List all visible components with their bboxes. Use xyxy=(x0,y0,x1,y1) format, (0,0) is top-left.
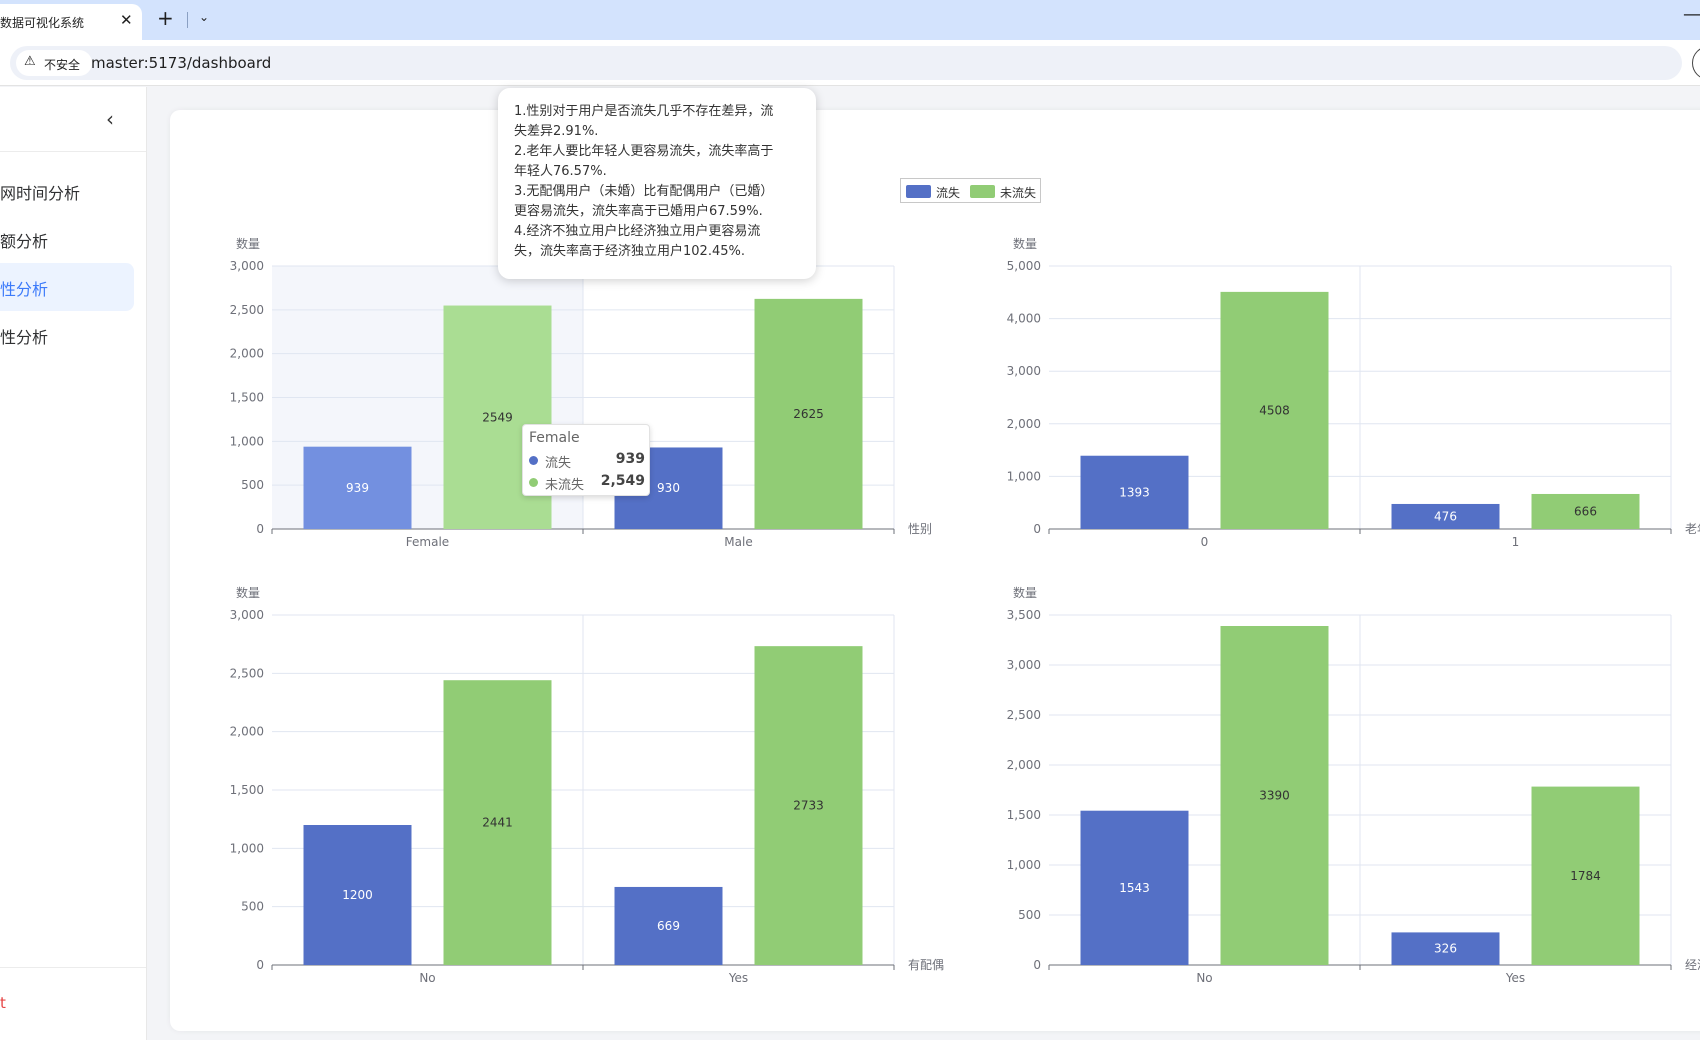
bar-data-label: 939 xyxy=(346,481,369,495)
note-line: 1.性别对于用户是否流失几乎不存在差异，流 xyxy=(514,104,774,119)
y-tick-label: 3,000 xyxy=(230,608,264,622)
y-tick-label: 1,500 xyxy=(230,391,264,405)
y-tick-label: 500 xyxy=(241,900,264,914)
y-tick-label: 0 xyxy=(256,958,264,972)
series-dot-icon xyxy=(529,478,538,487)
tooltip-series-value: 939 xyxy=(615,451,645,467)
legend-swatch-churn[interactable] xyxy=(906,185,931,198)
note-line: 更容易流失，流失率高于已婚用户67.59%. xyxy=(514,204,763,219)
y-tick-label: 500 xyxy=(1018,908,1041,922)
y-tick-label: 500 xyxy=(241,478,264,492)
y-tick-label: 0 xyxy=(256,522,264,536)
y-tick-label: 0 xyxy=(1033,958,1041,972)
note-line: 4.经济不独立用户比经济独立用户更容易流 xyxy=(514,224,761,239)
y-tick-label: 1,500 xyxy=(230,783,264,797)
note-line: 年轻人76.57%. xyxy=(514,164,607,179)
x-tick-label: 0 xyxy=(1201,535,1209,549)
y-tick-label: 0 xyxy=(1033,522,1041,536)
bar-data-label: 476 xyxy=(1434,509,1457,523)
y-tick-label: 3,000 xyxy=(1007,658,1041,672)
y-tick-label: 5,000 xyxy=(1007,259,1041,273)
bar-data-label: 2441 xyxy=(482,816,513,830)
bar-data-label: 1543 xyxy=(1119,881,1150,895)
x-axis-name: 经济 xyxy=(1685,957,1700,972)
tooltip-row: 流失 939 xyxy=(529,450,645,471)
bar-data-label: 669 xyxy=(657,919,680,933)
y-tick-label: 1,500 xyxy=(1007,808,1041,822)
y-tick-label: 1,000 xyxy=(1007,858,1041,872)
x-axis-name: 老年 xyxy=(1685,522,1700,536)
bar-data-label: 1393 xyxy=(1119,485,1150,499)
tooltip-series-name: 未流失 xyxy=(545,478,585,493)
y-tick-label: 2,000 xyxy=(230,347,264,361)
note-line: 失差异2.91%. xyxy=(514,124,599,139)
tooltip-series-value: 2,549 xyxy=(600,473,645,489)
charts-canvas: 0 500 1,000 1,500 2,000 2,500 3,000 939 2549 Fema… xyxy=(230,236,1700,985)
note-line: 失，流失率高于经济独立用户102.45%. xyxy=(514,244,745,259)
x-axis-name: 有配偶 xyxy=(908,958,944,972)
y-axis-name: 数量 xyxy=(236,585,260,600)
note-line: 3.无配偶用户（未婚）比有配偶用户（已婚） xyxy=(514,184,774,199)
bar-data-label: 3390 xyxy=(1259,789,1290,803)
bar-data-label: 2625 xyxy=(793,407,824,421)
y-tick-label: 4,000 xyxy=(1007,312,1041,326)
bar-data-label: 930 xyxy=(657,481,680,495)
y-tick-label: 2,000 xyxy=(1007,758,1041,772)
bar-data-label: 2733 xyxy=(793,799,824,813)
series-dot-icon xyxy=(529,456,538,465)
y-axis-name: 数量 xyxy=(1013,236,1037,251)
analysis-notes-popover: 1.性别对于用户是否流失几乎不存在差异，流 失差异2.91%. 2.老年人要比年… xyxy=(498,88,816,279)
bar-data-label: 666 xyxy=(1574,504,1597,518)
bar-data-label: 4508 xyxy=(1259,403,1290,417)
bar-data-label: 326 xyxy=(1434,942,1457,956)
y-tick-label: 3,000 xyxy=(230,259,264,273)
bar-data-label: 1200 xyxy=(342,888,373,902)
legend-label-retained[interactable]: 未流失 xyxy=(1000,184,1036,201)
y-axis-name: 数量 xyxy=(236,236,260,251)
y-tick-label: 1,000 xyxy=(1007,469,1041,483)
x-tick-label: Male xyxy=(724,535,752,549)
y-tick-label: 3,000 xyxy=(1007,364,1041,378)
x-tick-label: Yes xyxy=(1505,971,1525,985)
x-tick-label: Female xyxy=(406,535,449,549)
y-tick-label: 1,000 xyxy=(230,434,264,448)
y-tick-label: 2,500 xyxy=(230,303,264,317)
x-axis-name: 性别 xyxy=(908,522,932,536)
tooltip-title: Female xyxy=(529,430,580,446)
y-tick-label: 2,500 xyxy=(230,666,264,680)
tooltip-row: 未流失 2,549 xyxy=(529,472,645,493)
legend-label-churn[interactable]: 流失 xyxy=(936,184,960,201)
chart-legend: 流失 未流失 xyxy=(900,178,1041,203)
x-tick-label: No xyxy=(419,971,435,985)
y-tick-label: 3,500 xyxy=(1007,608,1041,622)
y-axis-name: 数量 xyxy=(1013,585,1037,600)
bar-data-label: 2549 xyxy=(482,410,513,424)
chart-hover-tooltip: Female 流失 939 未流失 2,549 xyxy=(522,424,650,496)
y-tick-label: 2,500 xyxy=(1007,708,1041,722)
y-tick-label: 1,000 xyxy=(230,841,264,855)
legend-swatch-retained[interactable] xyxy=(970,185,995,198)
bar-data-label: 1784 xyxy=(1570,869,1601,883)
note-line: 2.老年人要比年轻人更容易流失，流失率高于 xyxy=(514,144,774,159)
tooltip-series-name: 流失 xyxy=(545,456,572,471)
x-tick-label: 1 xyxy=(1512,535,1520,549)
x-tick-label: Yes xyxy=(728,971,748,985)
y-tick-label: 2,000 xyxy=(1007,417,1041,431)
x-tick-label: No xyxy=(1196,971,1212,985)
y-tick-label: 2,000 xyxy=(230,725,264,739)
